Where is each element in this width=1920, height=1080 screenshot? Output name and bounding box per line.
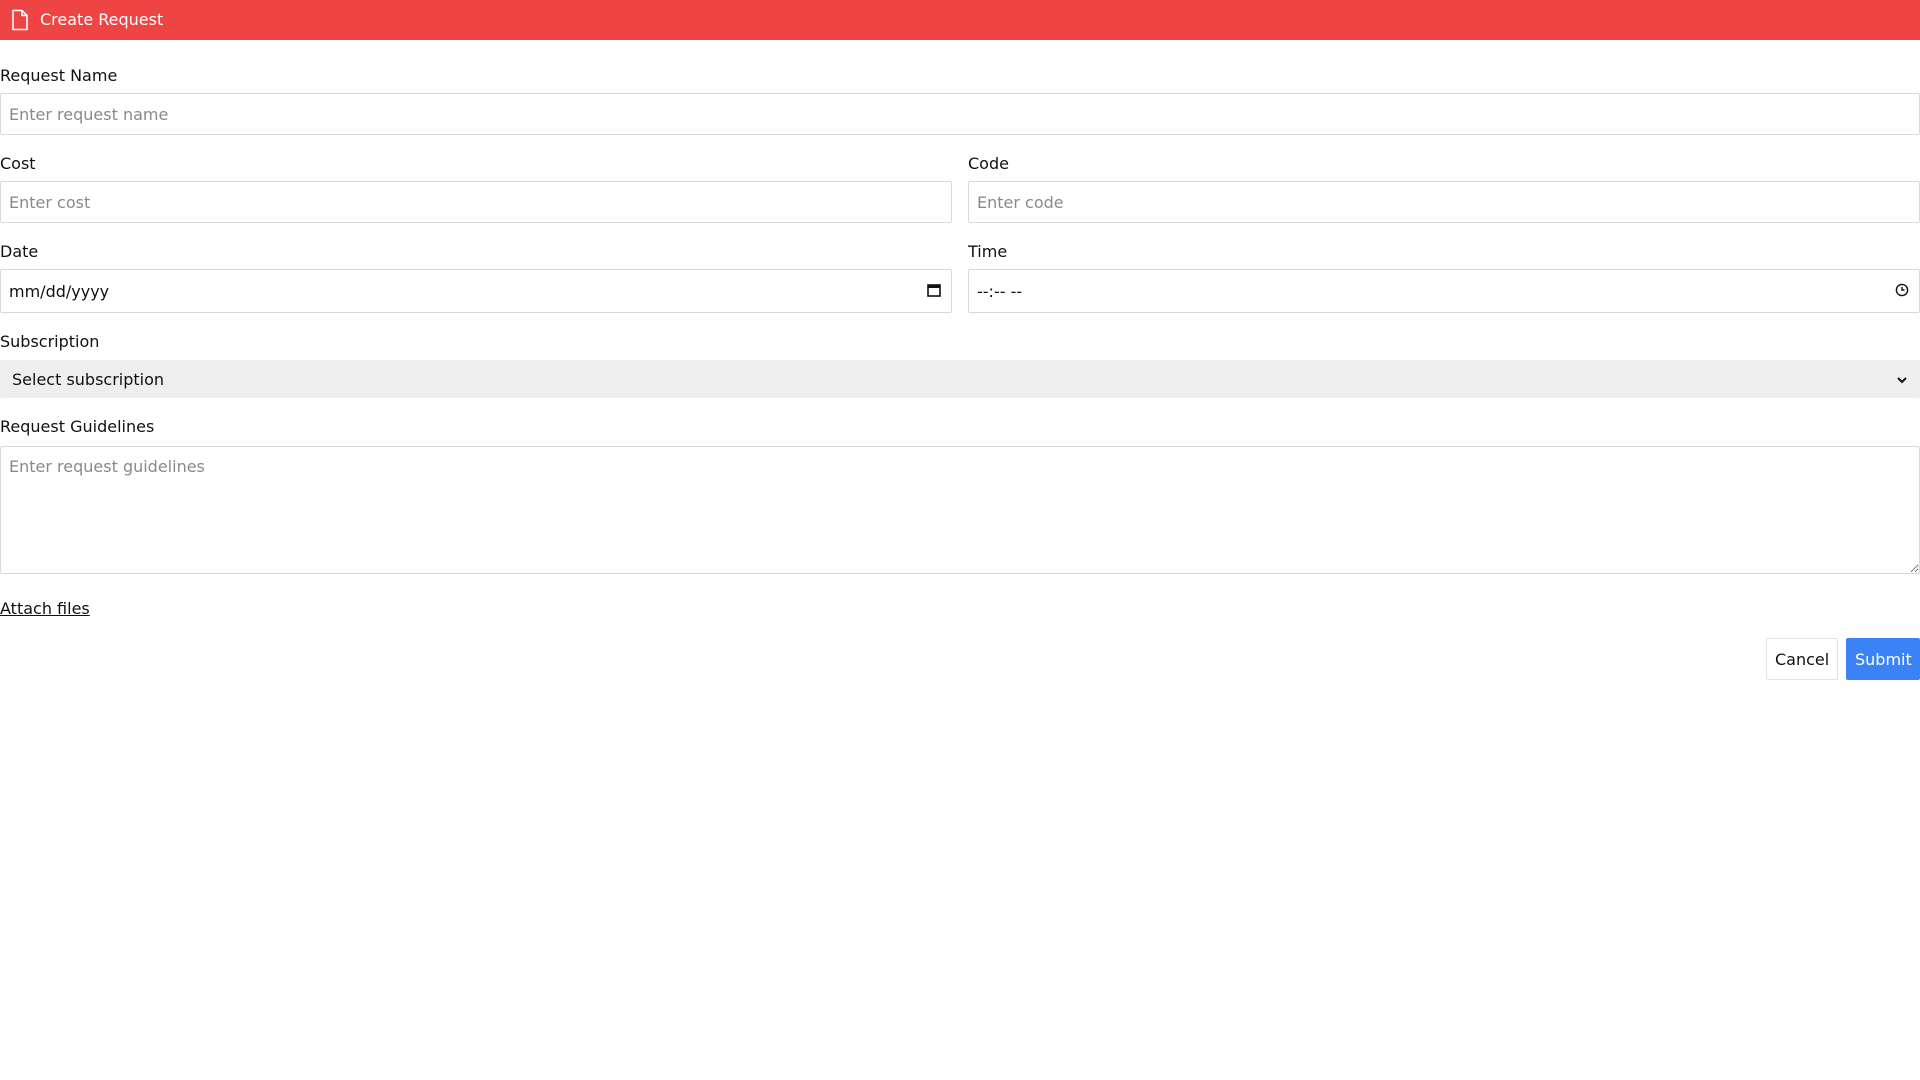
clock-icon[interactable] [1895, 282, 1909, 301]
chevron-down-icon [1896, 370, 1908, 389]
code-input[interactable] [968, 181, 1920, 223]
attach-files-link[interactable]: Attach files [0, 599, 90, 618]
time-group: Time --:-- -- [968, 242, 1920, 313]
subscription-label: Subscription [0, 332, 100, 351]
app-header: Create Request [0, 0, 1920, 40]
guidelines-label: Request Guidelines [0, 417, 155, 436]
request-name-input[interactable] [0, 93, 1920, 135]
date-value: mm/dd/yyyy [9, 281, 110, 301]
date-time-row: Date mm/dd/yyyy Time --:-- -- [0, 242, 1920, 313]
cost-code-row: Cost Code [0, 154, 1920, 223]
guidelines-group: Request Guidelines [0, 417, 1920, 574]
page-title: Create Request [40, 10, 164, 29]
create-request-form: Request Name Cost Code Date mm/dd/yyyy [0, 66, 1920, 680]
code-group: Code [968, 154, 1920, 223]
request-name-group: Request Name [0, 66, 1920, 135]
subscription-selected-value: Select subscription [12, 369, 165, 389]
document-icon [10, 9, 30, 31]
time-label: Time [968, 242, 1008, 261]
date-group: Date mm/dd/yyyy [0, 242, 952, 313]
cost-group: Cost [0, 154, 952, 223]
date-label: Date [0, 242, 39, 261]
guidelines-textarea[interactable] [0, 446, 1920, 574]
subscription-group: Subscription Select subscription [0, 332, 1920, 398]
cancel-button[interactable]: Cancel [1766, 638, 1838, 680]
form-actions: Cancel Submit [0, 638, 1920, 680]
code-label: Code [968, 154, 1009, 173]
cost-input[interactable] [0, 181, 952, 223]
date-input[interactable]: mm/dd/yyyy [0, 269, 952, 313]
attach-group: Attach files [0, 599, 1920, 618]
time-value: --:-- -- [977, 281, 1023, 301]
calendar-icon[interactable] [927, 282, 941, 301]
cost-label: Cost [0, 154, 36, 173]
submit-button[interactable]: Submit [1846, 638, 1920, 680]
time-input[interactable]: --:-- -- [968, 269, 1920, 313]
request-name-label: Request Name [0, 66, 118, 85]
subscription-select[interactable]: Select subscription [0, 360, 1920, 398]
